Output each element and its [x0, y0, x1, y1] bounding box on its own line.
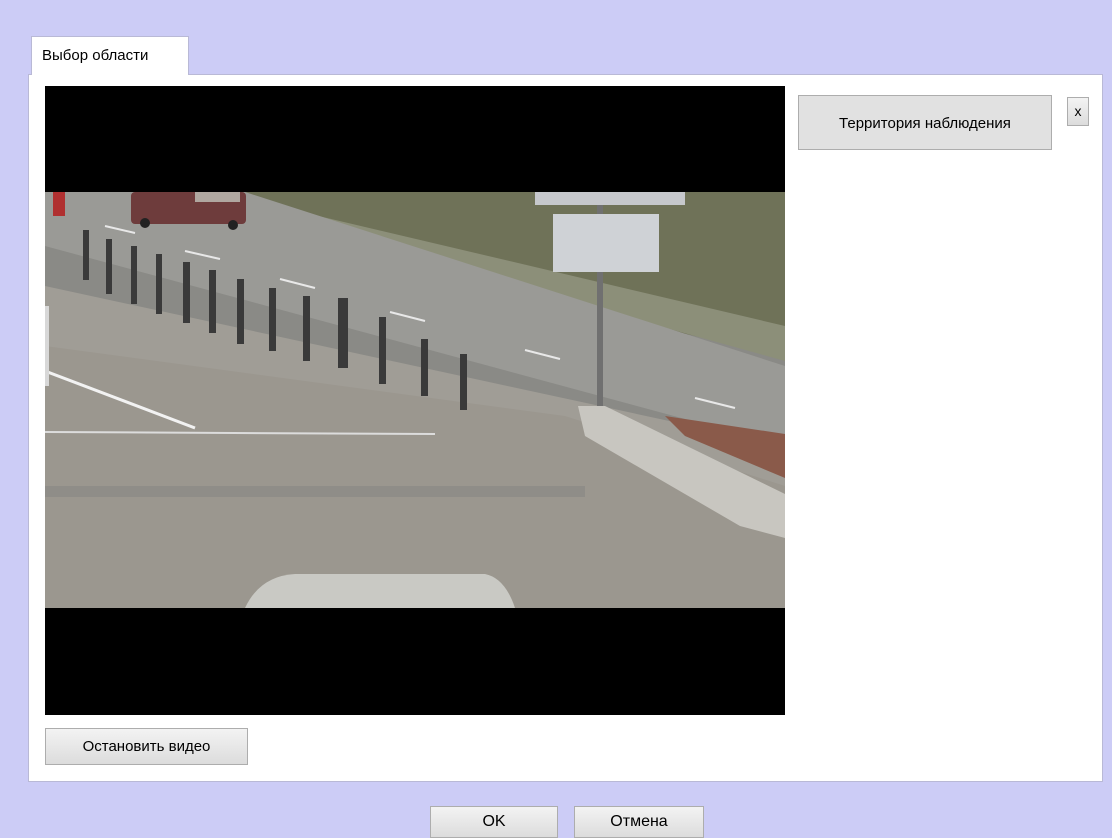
close-icon[interactable]: x	[1067, 97, 1089, 126]
cancel-button[interactable]: Отмена	[574, 806, 704, 838]
territory-button[interactable]: Территория наблюдения	[798, 95, 1052, 150]
dialog-window: { "tab": { "label": "Выбор области" }, "…	[0, 0, 1112, 838]
ok-button[interactable]: OK	[430, 806, 558, 838]
camera-video-image[interactable]	[45, 86, 785, 715]
camera-video-frame[interactable]	[45, 86, 785, 715]
stop-video-button[interactable]: Остановить видео	[45, 728, 248, 765]
tab-area-selection[interactable]: Выбор области	[31, 36, 189, 75]
tab-label: Выбор области	[42, 47, 149, 64]
